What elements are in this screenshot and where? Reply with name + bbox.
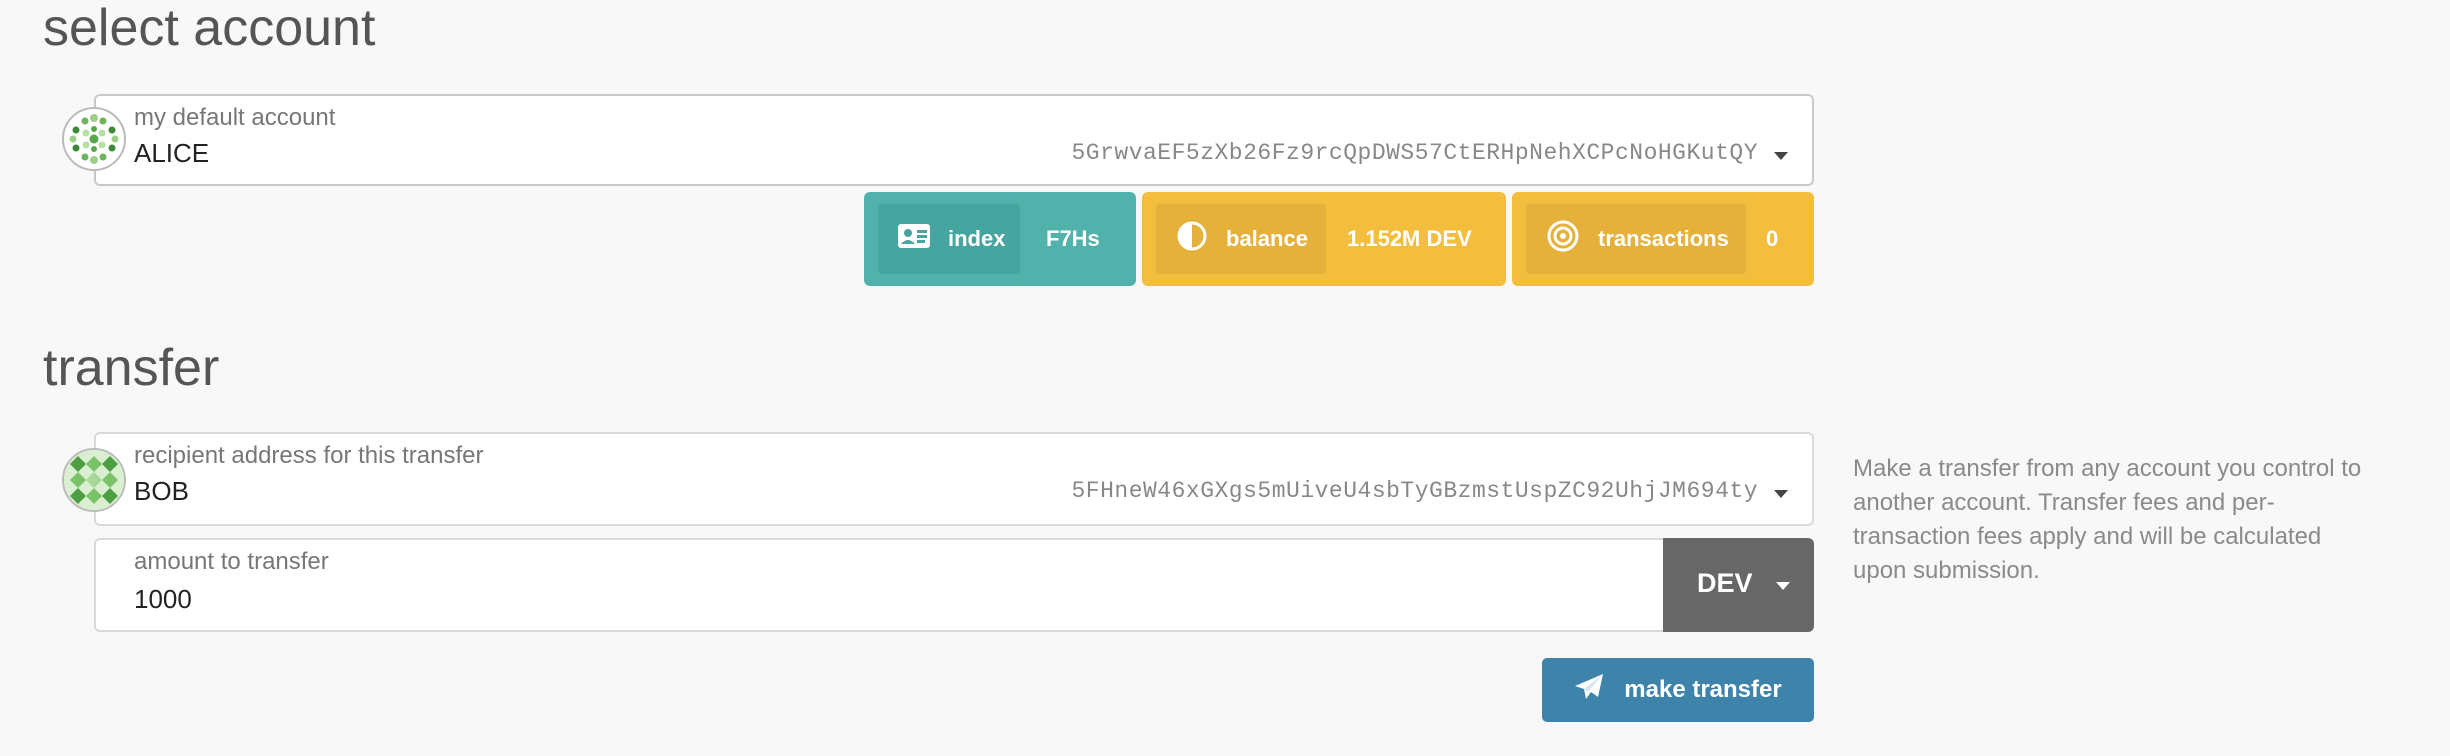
account-selector[interactable]: my default account ALICE 5GrwvaEF5zXb26F…	[94, 94, 1814, 186]
chevron-down-icon[interactable]	[1774, 152, 1788, 160]
balance-label-box: balance	[1156, 204, 1326, 274]
chevron-down-icon	[1776, 582, 1790, 590]
make-transfer-button[interactable]: make transfer	[1542, 658, 1814, 722]
unit-label: DEV	[1697, 568, 1753, 598]
chevron-down-icon[interactable]	[1774, 490, 1788, 498]
amount-label: amount to transfer	[134, 548, 329, 575]
transactions-label-box: transactions	[1526, 204, 1746, 274]
make-transfer-label: make transfer	[1624, 676, 1782, 703]
transfer-page: select account my default account ALICE …	[0, 0, 2450, 756]
index-label: index	[948, 226, 1006, 251]
adjust-icon	[1176, 220, 1208, 258]
bullseye-icon	[1546, 219, 1580, 259]
account-selector-label: my default account	[134, 104, 336, 131]
transfer-help-text: Make a transfer from any account you con…	[1853, 455, 2362, 584]
transactions-label: transactions	[1598, 226, 1729, 251]
unit-dropdown[interactable]: DEV	[1663, 538, 1814, 632]
amount-input[interactable]: 1000	[134, 584, 192, 615]
paper-plane-icon	[1574, 673, 1604, 708]
recipient-address: 5FHneW46xGXgs5mUiveU4sbTyGBzmstUspZC92Uh…	[1071, 478, 1758, 504]
balance-value: 1.152M DEV	[1347, 226, 1472, 251]
index-value: F7Hs	[1046, 226, 1100, 251]
id-card-icon	[898, 224, 930, 254]
transfer-heading: transfer	[43, 339, 220, 397]
account-name: ALICE	[134, 138, 210, 168]
recipient-selector[interactable]: recipient address for this transfer BOB …	[94, 432, 1814, 526]
transactions-stat: transactions 0	[1512, 192, 1814, 286]
amount-field[interactable]: amount to transfer 1000 DEV	[94, 538, 1814, 632]
balance-label: balance	[1226, 226, 1308, 251]
alice-identicon-icon	[62, 107, 126, 171]
recipient-name: BOB	[134, 476, 189, 506]
select-account-heading: select account	[43, 0, 376, 57]
transactions-value: 0	[1766, 226, 1779, 251]
index-stat: index F7Hs	[864, 192, 1136, 286]
recipient-label: recipient address for this transfer	[134, 442, 484, 469]
index-label-box: index	[878, 204, 1020, 274]
account-address: 5GrwvaEF5zXb26Fz9rcQpDWS57CtERHpNehXCPcN…	[1071, 140, 1758, 166]
bob-identicon-icon	[62, 448, 126, 512]
balance-stat: balance 1.152M DEV	[1142, 192, 1506, 286]
